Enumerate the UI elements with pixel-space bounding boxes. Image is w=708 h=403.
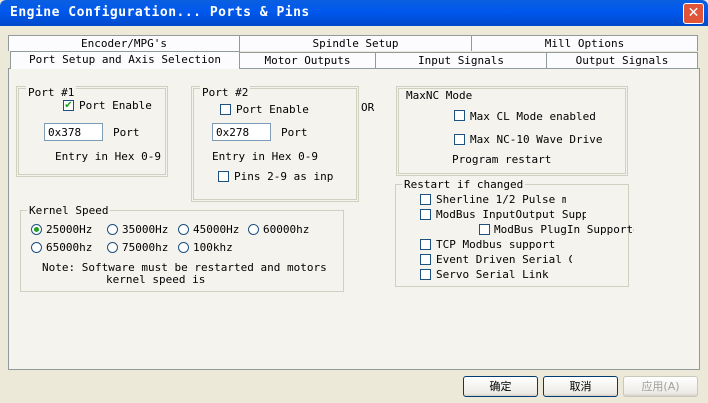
close-button[interactable]: ✕: [683, 3, 704, 24]
kernel-option-label: 45000Hz: [193, 223, 240, 236]
tab-encoder-mpg[interactable]: Encoder/MPG's: [8, 35, 240, 51]
tab-label: Mill Options: [544, 37, 625, 50]
tcp-modbus-checkbox[interactable]: [420, 239, 431, 250]
port2-enable-label: Port Enable: [236, 103, 309, 116]
max-cl-checkbox[interactable]: [454, 110, 465, 121]
or-label: OR: [361, 101, 375, 114]
tab-label: Output Signals: [575, 54, 669, 67]
port2-address-label: Port: [281, 126, 308, 139]
tab-output-signals[interactable]: Output Signals: [546, 52, 698, 68]
port1-hint: Entry in Hex 0-9: [55, 150, 161, 163]
modbus-plugin-label: ModBus PlugIn Supported: [494, 223, 634, 236]
tab-spindle-setup[interactable]: Spindle Setup: [239, 35, 472, 51]
port1-enable-checkbox[interactable]: ✔: [63, 100, 74, 111]
tab-input-signals[interactable]: Input Signals: [375, 52, 547, 68]
event-serial-label: Event Driven Serial Cor: [436, 253, 572, 266]
tab-mill-options[interactable]: Mill Options: [471, 35, 698, 51]
close-icon: ✕: [687, 5, 700, 21]
tab-port-setup[interactable]: Port Setup and Axis Selection: [10, 51, 240, 69]
modbus-io-label: ModBus InputOutput Suppo: [436, 208, 586, 221]
port2-pins-label: Pins 2-9 as inp: [234, 170, 334, 183]
kernel-radio-60000[interactable]: [248, 224, 259, 235]
port1-address-label: Port: [113, 126, 140, 139]
tab-label: Motor Outputs: [264, 54, 351, 67]
max-nc10-checkbox[interactable]: [454, 134, 465, 145]
sherline-checkbox[interactable]: [420, 194, 431, 205]
tcp-modbus-label: TCP Modbus support: [436, 238, 556, 251]
tab-label: Spindle Setup: [312, 37, 399, 50]
kernel-radio-100k[interactable]: [178, 242, 189, 253]
max-nc10-label: Max NC-10 Wave Drive: [470, 133, 603, 146]
kernel-radio-45000[interactable]: [178, 224, 189, 235]
kernel-note-line2: kernel speed is: [106, 273, 206, 286]
maxnc-restart-note: Program restart: [452, 153, 552, 166]
kernel-radio-35000[interactable]: [107, 224, 118, 235]
kernel-option-label: 100khz: [193, 241, 233, 254]
port1-enable-label: Port Enable: [79, 99, 152, 112]
apply-button: 应用(A): [623, 376, 698, 397]
port2-address-input[interactable]: 0x278: [212, 123, 271, 141]
kernel-legend: Kernel Speed: [27, 204, 111, 217]
kernel-radio-65000[interactable]: [31, 242, 42, 253]
servo-serial-label: Servo Serial Link Feedb: [436, 268, 552, 281]
modbus-plugin-checkbox[interactable]: [479, 224, 490, 235]
port2-pins-checkbox[interactable]: [218, 171, 229, 182]
tab-label: Encoder/MPG's: [80, 37, 168, 50]
tab-motor-outputs[interactable]: Motor Outputs: [239, 52, 376, 68]
kernel-option-label: 60000hz: [263, 223, 310, 236]
kernel-option-label: 65000hz: [46, 241, 93, 254]
tab-label: Input Signals: [417, 54, 505, 67]
port2-hint: Entry in Hex 0-9: [212, 150, 318, 163]
event-serial-checkbox[interactable]: [420, 254, 431, 265]
port2-enable-checkbox[interactable]: [220, 104, 231, 115]
kernel-radio-25000[interactable]: [31, 224, 42, 235]
kernel-radio-75000[interactable]: [107, 242, 118, 253]
ok-button[interactable]: 确定: [463, 376, 538, 397]
modbus-io-checkbox[interactable]: [420, 209, 431, 220]
cancel-button[interactable]: 取消: [543, 376, 618, 397]
port2-legend: Port #2: [200, 86, 251, 99]
tab-label: Port Setup and Axis Selection: [28, 53, 222, 66]
sherline-label: Sherline 1/2 Pulse mo: [436, 193, 566, 206]
port1-legend: Port #1: [26, 86, 77, 99]
kernel-option-label: 35000Hz: [122, 223, 169, 236]
checkmark-icon: ✔: [64, 100, 73, 111]
max-cl-label: Max CL Mode enabled: [470, 110, 596, 123]
window-title: Engine Configuration... Ports & Pins: [10, 5, 310, 20]
kernel-option-label: 75000hz: [122, 241, 169, 254]
restart-legend: Restart if changed: [402, 178, 526, 191]
port1-address-input[interactable]: 0x378: [44, 123, 103, 141]
maxnc-legend: MaxNC Mode: [404, 89, 475, 102]
servo-serial-checkbox[interactable]: [420, 269, 431, 280]
kernel-option-label: 25000Hz: [46, 223, 93, 236]
